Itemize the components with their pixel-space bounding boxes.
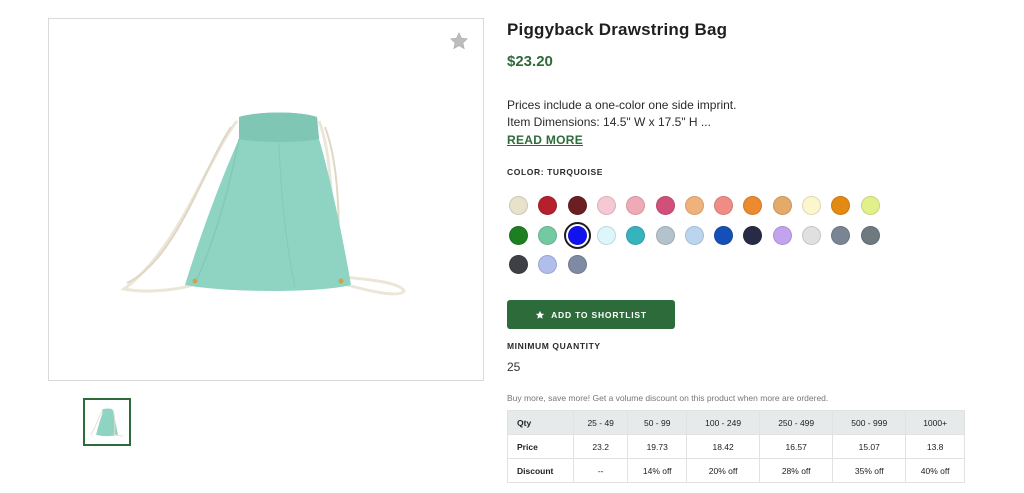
discount-cell: 20% off <box>686 458 761 483</box>
qty-tier-header: 250 - 499 <box>759 410 834 435</box>
color-swatch[interactable] <box>596 196 616 215</box>
color-swatch[interactable] <box>684 225 704 245</box>
color-swatch[interactable] <box>802 225 821 245</box>
color-swatch[interactable] <box>743 196 763 215</box>
discount-cell: 28% off <box>759 458 834 483</box>
qty-tier-header: 50 - 99 <box>627 410 688 435</box>
color-swatch[interactable] <box>596 225 616 245</box>
color-swatch[interactable] <box>626 196 646 215</box>
qty-tier-header: 1000+ <box>905 410 965 435</box>
discount-cell: 40% off <box>905 458 965 483</box>
minimum-quantity-label: MINIMUM QUANTITY <box>507 341 601 351</box>
product-thumbnail[interactable] <box>83 398 131 446</box>
product-price: $23.20 <box>507 53 553 70</box>
product-description: Prices include a one-color one side impr… <box>507 97 927 131</box>
color-swatch[interactable] <box>567 255 587 274</box>
discount-cell: 35% off <box>832 458 907 483</box>
discount-cell: 14% off <box>627 458 688 483</box>
color-swatch[interactable] <box>684 196 704 215</box>
product-image-frame <box>48 18 484 381</box>
color-swatch[interactable] <box>743 225 763 245</box>
pricing-table: Qty 25 - 49 50 - 99 100 - 249 250 - 499 … <box>507 410 965 483</box>
color-swatch[interactable] <box>831 196 851 215</box>
color-swatch[interactable] <box>772 225 792 245</box>
shortlist-label: ADD TO SHORTLIST <box>551 309 647 320</box>
color-swatch[interactable] <box>538 255 558 274</box>
color-swatch[interactable] <box>563 221 591 249</box>
color-swatch[interactable] <box>655 225 675 245</box>
color-label: COLOR: TURQUOISE <box>507 167 604 177</box>
color-swatch[interactable] <box>831 225 851 245</box>
color-swatch[interactable] <box>714 225 734 245</box>
discount-cell: -- <box>572 458 629 483</box>
color-swatch[interactable] <box>772 196 792 215</box>
favorite-star-icon[interactable] <box>449 31 469 51</box>
color-swatch[interactable] <box>860 225 880 245</box>
color-swatch[interactable] <box>538 225 558 245</box>
price-cell: 13.8 <box>905 434 965 459</box>
qty-tier-header: 25 - 49 <box>572 410 629 435</box>
discount-row-label: Discount <box>507 458 574 483</box>
volume-discount-note: Buy more, save more! Get a volume discou… <box>507 393 829 403</box>
product-image <box>120 112 406 296</box>
qty-tier-header: 500 - 999 <box>832 410 907 435</box>
color-swatch[interactable] <box>655 196 675 215</box>
color-swatch[interactable] <box>802 196 821 215</box>
color-swatch[interactable] <box>626 225 646 245</box>
discount-row: Discount -- 14% off 20% off 28% off 35% … <box>507 458 965 483</box>
minimum-quantity-value: 25 <box>507 360 521 374</box>
color-swatch[interactable] <box>509 196 528 215</box>
star-icon <box>535 310 545 319</box>
color-swatch[interactable] <box>567 196 587 215</box>
color-swatch[interactable] <box>714 196 734 215</box>
color-swatch[interactable] <box>509 255 528 274</box>
description-line: Prices include a one-color one side impr… <box>507 98 737 112</box>
read-more-link[interactable]: READ MORE <box>507 133 583 147</box>
qty-header: Qty <box>507 410 574 435</box>
product-title: Piggyback Drawstring Bag <box>507 20 728 39</box>
price-row: Price 23.2 19.73 18.42 16.57 15.07 13.8 <box>507 434 965 459</box>
price-cell: 16.57 <box>759 434 834 459</box>
pricing-header-row: Qty 25 - 49 50 - 99 100 - 249 250 - 499 … <box>507 410 965 435</box>
color-swatch[interactable] <box>509 225 528 245</box>
description-line: Item Dimensions: 14.5" W x 17.5" H ... <box>507 115 711 129</box>
color-swatch[interactable] <box>860 196 880 215</box>
thumbnail-image <box>90 408 124 437</box>
price-row-label: Price <box>507 434 574 459</box>
add-to-shortlist-button[interactable]: ADD TO SHORTLIST <box>507 300 675 329</box>
price-cell: 15.07 <box>832 434 907 459</box>
price-cell: 18.42 <box>686 434 761 459</box>
color-swatch[interactable] <box>538 196 558 215</box>
qty-tier-header: 100 - 249 <box>686 410 761 435</box>
price-cell: 23.2 <box>572 434 629 459</box>
price-cell: 19.73 <box>627 434 688 459</box>
